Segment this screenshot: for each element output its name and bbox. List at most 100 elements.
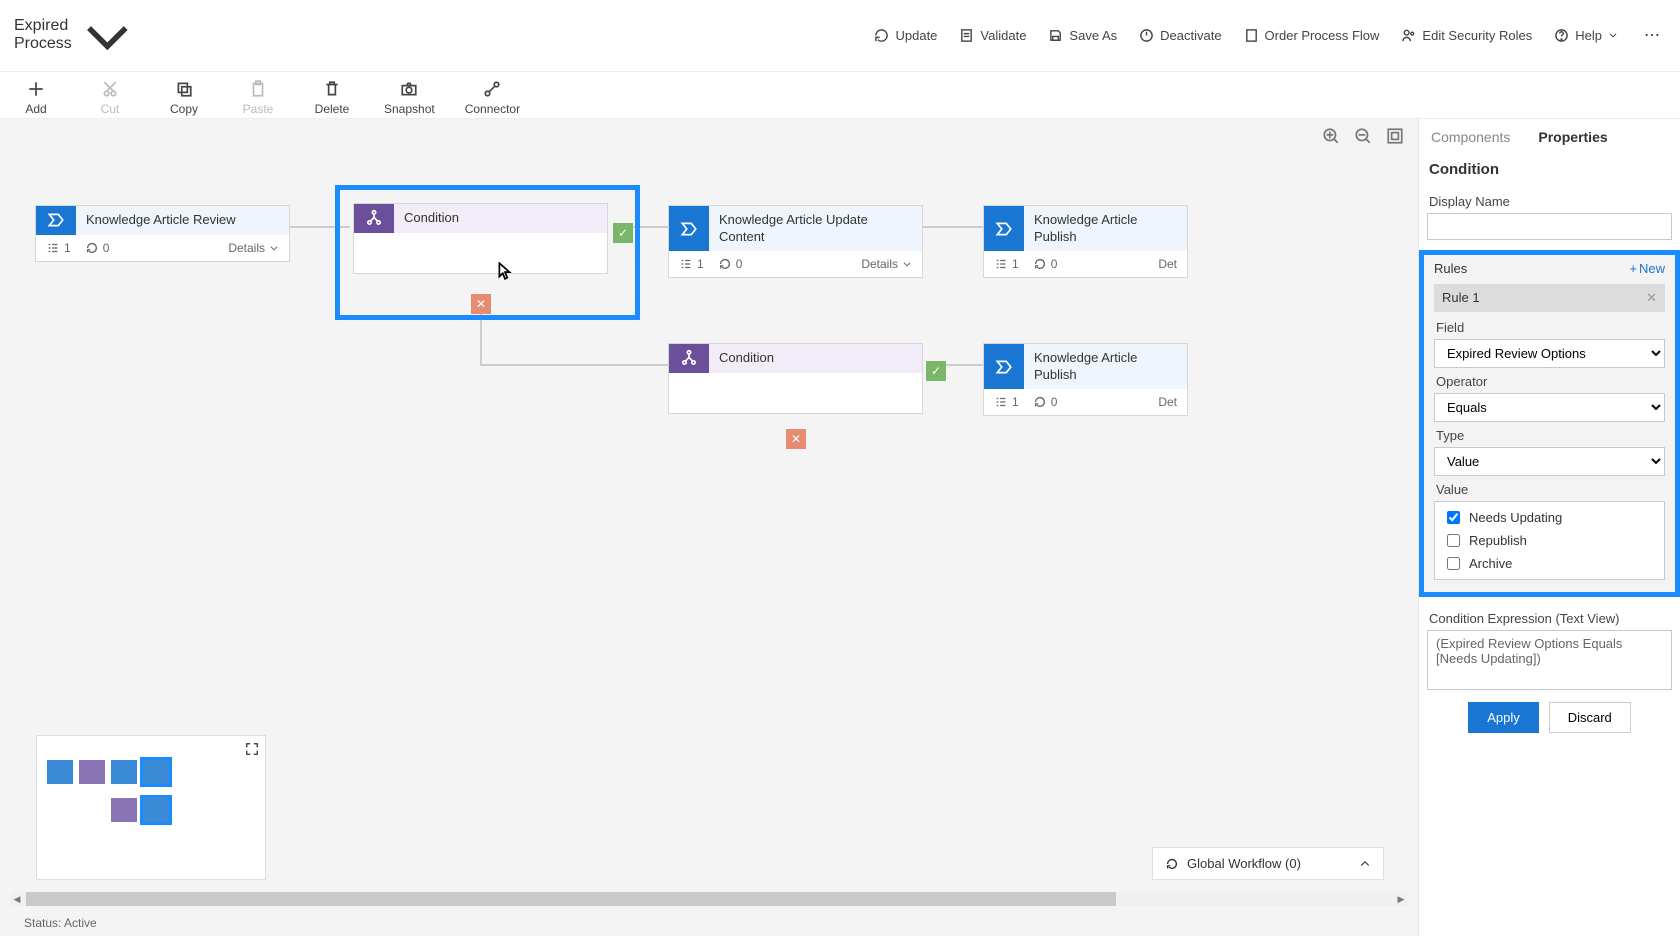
process-title[interactable]: Expired Process <box>14 6 137 65</box>
stage-icon <box>995 358 1013 376</box>
save-as-command[interactable]: Save As <box>1048 28 1117 43</box>
steps-icon <box>994 257 1008 271</box>
tab-properties[interactable]: Properties <box>1538 129 1607 145</box>
chevron-up-icon[interactable] <box>1359 858 1371 870</box>
camera-icon <box>400 80 418 98</box>
value-option[interactable]: Republish <box>1443 531 1656 550</box>
chevron-down-icon <box>78 6 137 65</box>
details-toggle[interactable]: Det <box>1158 257 1177 271</box>
security-icon <box>1401 28 1416 43</box>
refresh-icon <box>1165 857 1179 871</box>
field-select[interactable]: Expired Review Options <box>1434 339 1665 368</box>
help-command[interactable]: Help <box>1554 28 1618 43</box>
rule-header[interactable]: Rule 1 ✕ <box>1434 284 1665 312</box>
connector-line <box>923 226 983 228</box>
rules-section: Rules + New Rule 1 ✕ Field Expired Revie… <box>1419 250 1680 597</box>
stage-condition-1[interactable]: Condition <box>353 203 608 274</box>
zoom-out-icon[interactable] <box>1354 127 1372 145</box>
stage-update-content[interactable]: Knowledge Article Update Content 1 0 Det… <box>668 205 923 279</box>
condition-false-chip: ✕ <box>471 294 491 314</box>
stage-icon <box>995 220 1013 238</box>
chevron-down-icon <box>902 259 912 269</box>
type-label: Type <box>1436 428 1663 443</box>
connector-line <box>290 226 350 228</box>
update-command[interactable]: Update <box>874 28 937 43</box>
tab-components[interactable]: Components <box>1431 129 1510 145</box>
zoom-in-icon[interactable] <box>1322 127 1340 145</box>
checklist-icon <box>959 28 974 43</box>
refresh-icon <box>1033 257 1047 271</box>
deactivate-command[interactable]: Deactivate <box>1139 28 1221 43</box>
display-name-label: Display Name <box>1429 194 1670 209</box>
edit-security-command[interactable]: Edit Security Roles <box>1401 28 1532 43</box>
condition-false-chip: ✕ <box>786 429 806 449</box>
minimap-node <box>111 798 137 822</box>
snapshot-button[interactable]: Snapshot <box>384 80 435 116</box>
discard-button[interactable]: Discard <box>1549 702 1631 733</box>
status-bar: Status: Active <box>24 916 97 930</box>
operator-select[interactable]: Equals <box>1434 393 1665 422</box>
refresh-icon <box>874 28 889 43</box>
cursor-icon <box>498 262 512 280</box>
condition-true-chip: ✓ <box>926 361 946 381</box>
new-rule-button[interactable]: + New <box>1629 261 1665 276</box>
help-icon <box>1554 28 1569 43</box>
trash-icon <box>323 80 341 98</box>
details-toggle[interactable]: Details <box>861 257 912 271</box>
cut-button[interactable]: Cut <box>88 80 132 116</box>
details-toggle[interactable]: Details <box>228 241 279 255</box>
value-options: Needs Updating Republish Archive <box>1434 501 1665 580</box>
add-button[interactable]: Add <box>14 80 58 116</box>
expression-label: Condition Expression (Text View) <box>1429 611 1670 626</box>
copy-button[interactable]: Copy <box>162 80 206 116</box>
operator-label: Operator <box>1436 374 1663 389</box>
minimap-node <box>111 760 137 784</box>
connector-button[interactable]: Connector <box>465 80 520 116</box>
panel-section-title: Condition <box>1429 161 1670 178</box>
plus-icon <box>27 80 45 98</box>
validate-command[interactable]: Validate <box>959 28 1026 43</box>
stage-publish-1[interactable]: Knowledge Article Publish 1 0 Det <box>983 205 1188 279</box>
stage-icon <box>47 211 65 229</box>
steps-icon <box>46 241 60 255</box>
stage-review[interactable]: Knowledge Article Review 1 0 Details <box>35 205 290 262</box>
minimap-node <box>143 760 169 784</box>
copy-icon <box>175 80 193 98</box>
horizontal-scrollbar[interactable]: ◀ ▶ <box>10 892 1408 906</box>
minimap-node <box>47 760 73 784</box>
details-toggle[interactable]: Det <box>1158 395 1177 409</box>
global-workflow-panel[interactable]: Global Workflow (0) <box>1152 847 1384 880</box>
minimap[interactable] <box>36 735 266 880</box>
save-icon <box>1048 28 1063 43</box>
steps-icon <box>679 257 693 271</box>
fit-icon[interactable] <box>1386 127 1404 145</box>
paste-button[interactable]: Paste <box>236 80 280 116</box>
field-label: Field <box>1436 320 1663 335</box>
apply-button[interactable]: Apply <box>1468 702 1539 733</box>
minimap-node <box>143 798 169 822</box>
delete-button[interactable]: Delete <box>310 80 354 116</box>
value-label: Value <box>1436 482 1663 497</box>
order-flow-command[interactable]: Order Process Flow <box>1244 28 1380 43</box>
connector-icon <box>483 80 501 98</box>
steps-icon <box>994 395 1008 409</box>
order-icon <box>1244 28 1259 43</box>
stage-condition-2[interactable]: Condition <box>668 343 923 414</box>
condition-true-chip: ✓ <box>613 223 633 243</box>
type-select[interactable]: Value <box>1434 447 1665 476</box>
design-canvas[interactable]: Knowledge Article Review 1 0 Details Con… <box>0 119 1418 936</box>
deactivate-icon <box>1139 28 1154 43</box>
value-option[interactable]: Archive <box>1443 554 1656 573</box>
stage-publish-2[interactable]: Knowledge Article Publish 1 0 Det <box>983 343 1188 417</box>
more-commands[interactable]: ⋯ <box>1640 25 1666 45</box>
rules-label: Rules <box>1434 261 1467 276</box>
refresh-icon <box>718 257 732 271</box>
expand-icon[interactable] <box>245 742 259 756</box>
expression-textarea[interactable] <box>1427 630 1672 690</box>
value-option[interactable]: Needs Updating <box>1443 508 1656 527</box>
chevron-down-icon <box>269 243 279 253</box>
display-name-input[interactable] <box>1427 213 1672 240</box>
branch-icon <box>680 349 698 367</box>
close-icon[interactable]: ✕ <box>1646 290 1657 306</box>
process-title-text: Expired Process <box>14 17 72 53</box>
